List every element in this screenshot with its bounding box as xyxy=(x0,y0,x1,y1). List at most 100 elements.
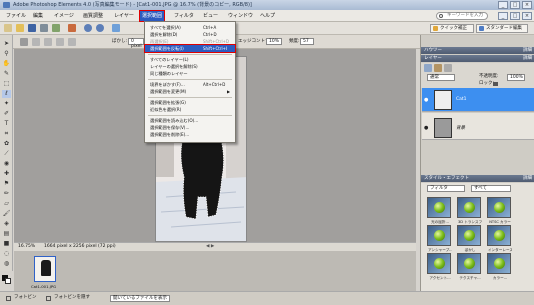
red-eye-tool-icon[interactable]: ◉ xyxy=(2,160,11,168)
blend-mode-select[interactable]: 通常 xyxy=(427,74,455,81)
maximize-icon[interactable]: □ xyxy=(510,1,520,9)
save-icon[interactable] xyxy=(28,24,36,32)
edge-contrast-field[interactable]: 10% xyxy=(266,38,282,45)
bin-thumbnail[interactable]: Cat1-001.JPG xyxy=(31,256,56,289)
style-thumbnail[interactable]: ぼかし xyxy=(457,225,481,252)
menu-item-invert-selection[interactable]: 選択範囲を反転(I) Shift+Ctrl+I xyxy=(144,44,236,53)
styles-more-button[interactable]: 詳細 xyxy=(523,175,532,182)
layers-panel-header[interactable]: レイヤー 詳細 xyxy=(421,55,534,62)
gradient-tool-icon[interactable]: ▤ xyxy=(2,230,11,238)
style-thumbnail[interactable]: カラー... xyxy=(487,253,511,280)
healing-brush-tool-icon[interactable]: ✚ xyxy=(2,170,11,178)
pencil-tool-icon[interactable]: ✏ xyxy=(2,190,11,198)
blur-tool-icon[interactable]: ◌ xyxy=(2,250,11,258)
hand-tool-icon[interactable]: ✋ xyxy=(2,60,11,68)
doc-close-icon[interactable]: × xyxy=(522,12,532,20)
opacity-field[interactable]: 100% xyxy=(507,74,525,81)
close-icon[interactable]: × xyxy=(522,1,532,9)
brush-tool-icon[interactable]: 🖌 xyxy=(2,210,11,218)
menu-select[interactable]: 選択範囲 xyxy=(138,10,166,22)
menu-layer[interactable]: レイヤー xyxy=(112,11,136,21)
menu-filter[interactable]: フィルタ xyxy=(172,11,196,21)
menu-item[interactable]: すべてを選択(A) Ctrl+A xyxy=(145,24,235,31)
style-thumbnail[interactable]: インターレース... xyxy=(487,225,512,252)
menu-item[interactable]: すべてのレイヤー(L) xyxy=(145,56,235,63)
menu-window[interactable]: ウィンドウ xyxy=(226,11,255,21)
menu-item[interactable]: 選択範囲を保存(V)... xyxy=(145,124,235,131)
eye-icon[interactable]: ● xyxy=(424,125,428,131)
magic-wand-tool-icon[interactable]: ✦ xyxy=(2,100,11,108)
adjustment-layer-icon[interactable] xyxy=(434,64,442,72)
new-file-icon[interactable] xyxy=(4,24,12,32)
bin-info-dropdown[interactable]: 開いているファイルを表示 xyxy=(110,295,170,302)
eye-icon[interactable]: ● xyxy=(424,97,428,103)
background-color-swatch[interactable] xyxy=(5,278,11,284)
frequency-field[interactable]: 57 xyxy=(300,38,314,45)
menu-item[interactable]: 同じ種類のレイヤー xyxy=(145,70,235,77)
undo-icon[interactable] xyxy=(84,24,92,32)
crop-tool-icon[interactable]: ⌗ xyxy=(2,130,11,138)
style-thumbnail[interactable]: 光の屈折... xyxy=(427,197,451,224)
keyword-search-input[interactable]: キーワードを入力 xyxy=(436,12,488,20)
menu-item[interactable]: 選択範囲を削除(E)... xyxy=(145,131,235,138)
style-thumbnail[interactable]: テクスチャ... xyxy=(457,253,481,280)
menu-image[interactable]: イメージ xyxy=(52,11,76,21)
bin-hide-icon[interactable] xyxy=(46,296,51,301)
shape-tool-icon[interactable]: ■ xyxy=(2,240,11,248)
zoom-tool-icon[interactable]: ⚲ xyxy=(2,50,11,58)
menu-item[interactable]: レイヤーの選択を解除(S) xyxy=(145,63,235,70)
menu-item[interactable]: 近似色を選択(R) xyxy=(145,106,235,113)
styles-category-select[interactable]: すべて xyxy=(471,185,511,192)
howto-panel-header[interactable]: ハウツー 詳細 xyxy=(421,47,534,54)
add-selection-icon[interactable] xyxy=(44,38,52,46)
new-layer-icon[interactable] xyxy=(424,64,432,72)
new-selection-icon[interactable] xyxy=(32,38,40,46)
create-icon[interactable] xyxy=(68,24,76,32)
menu-view[interactable]: ビュー xyxy=(201,11,220,21)
quick-fix-button[interactable]: クイック補正 xyxy=(430,24,474,33)
paint-bucket-tool-icon[interactable]: ◈ xyxy=(2,220,11,228)
bin-option-label[interactable]: フォトビンを隠す xyxy=(54,292,90,304)
menu-item[interactable]: 境界をぼかす(F)... Alt+Ctrl+D xyxy=(145,81,235,88)
style-thumbnail[interactable]: アクセント... xyxy=(427,253,451,280)
straighten-tool-icon[interactable]: ⟋ xyxy=(2,150,11,158)
styles-filter-select[interactable]: フィルタ xyxy=(427,185,465,192)
type-tool-icon[interactable]: T xyxy=(2,120,11,128)
subtract-selection-icon[interactable] xyxy=(56,38,64,46)
eraser-tool-icon[interactable]: ▱ xyxy=(2,200,11,208)
menu-adjust[interactable]: 画質調整 xyxy=(81,11,105,21)
cookie-cutter-tool-icon[interactable]: ✿ xyxy=(2,140,11,148)
standard-edit-button[interactable]: スタンダード編集 xyxy=(476,24,528,33)
menu-item[interactable]: 選択範囲を拡張(G) xyxy=(145,99,235,106)
intersect-selection-icon[interactable] xyxy=(68,38,76,46)
organizer-icon[interactable] xyxy=(52,24,60,32)
menu-item[interactable]: 選択範囲を読み込む(O)... xyxy=(145,117,235,124)
layer-row[interactable]: ● 背景 xyxy=(422,116,534,140)
style-thumbnail[interactable]: NTSC カラー xyxy=(487,197,511,224)
print-icon[interactable] xyxy=(40,24,48,32)
doc-restore-icon[interactable]: □ xyxy=(510,12,520,20)
selection-brush-tool-icon[interactable]: ✐ xyxy=(2,110,11,118)
marquee-tool-icon[interactable]: ⬚ xyxy=(2,80,11,88)
menu-edit[interactable]: 編集 xyxy=(31,11,45,21)
delete-layer-icon[interactable] xyxy=(444,64,452,72)
redo-icon[interactable] xyxy=(96,24,104,32)
doc-minimize-icon[interactable]: _ xyxy=(498,12,508,20)
layer-row-selected[interactable]: ● Cat1 xyxy=(422,88,534,112)
lasso-option-icon[interactable] xyxy=(20,38,28,46)
sponge-tool-icon[interactable]: ◍ xyxy=(2,260,11,268)
eyedropper-tool-icon[interactable]: ✎ xyxy=(2,70,11,78)
menu-item-submenu[interactable]: 選択範囲を変更(M) ▶ xyxy=(145,88,235,95)
zoom-level[interactable]: 16.75% xyxy=(18,243,35,251)
howto-more-button[interactable]: 詳細 xyxy=(523,47,532,54)
styles-panel-header[interactable]: スタイル・エフェクト 詳細 xyxy=(421,175,534,182)
photo-browser-icon[interactable] xyxy=(112,24,120,32)
style-thumbnail[interactable]: 3D トランスフ... xyxy=(457,197,482,224)
bin-toggle-icon[interactable] xyxy=(6,296,11,301)
scroll-arrows-icon[interactable]: ◀ ▶ xyxy=(206,243,214,251)
lock-icon[interactable] xyxy=(493,82,498,86)
move-tool-icon[interactable]: ➤ xyxy=(2,40,11,48)
feather-field[interactable]: 0 pixel xyxy=(128,38,144,49)
style-thumbnail[interactable]: アンシャープ... xyxy=(427,225,452,252)
menu-item[interactable]: 選択を解除(D) Ctrl+D xyxy=(145,31,235,38)
